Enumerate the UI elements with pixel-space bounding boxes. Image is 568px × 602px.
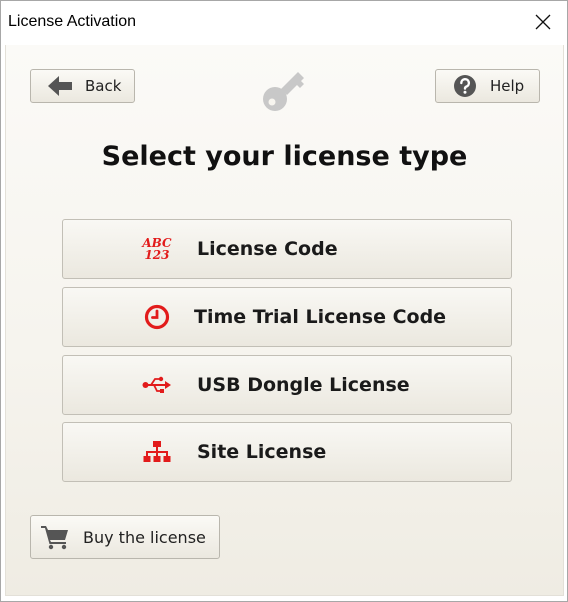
back-button-label: Back <box>85 77 122 95</box>
network-tree-icon <box>137 423 177 481</box>
time-trial-label: Time Trial License Code <box>194 306 447 328</box>
window-title: License Activation <box>8 13 137 30</box>
buy-license-button[interactable]: Buy the license <box>30 515 220 559</box>
site-license-option[interactable]: Site License <box>62 422 512 482</box>
title-bar: License Activation <box>1 1 567 45</box>
123-icon-text: 123 <box>144 248 170 262</box>
usb-dongle-option[interactable]: USB Dongle License <box>62 355 512 415</box>
back-button[interactable]: Back <box>30 69 135 103</box>
page-title: Select your license type <box>101 141 468 172</box>
dialog-content: Back Help Select your license type ABC 1… <box>5 45 564 596</box>
clock-icon <box>137 288 177 346</box>
license-code-option[interactable]: ABC 123 License Code <box>62 219 512 279</box>
help-button[interactable]: Help <box>435 69 540 103</box>
license-code-label: License Code <box>197 238 338 260</box>
license-activation-window: License Activation Back Help Select your… <box>0 0 568 602</box>
close-button[interactable] <box>529 8 557 36</box>
time-trial-option[interactable]: Time Trial License Code <box>62 287 512 347</box>
close-icon <box>535 14 551 30</box>
usb-dongle-label: USB Dongle License <box>197 374 410 396</box>
usb-icon <box>137 356 177 414</box>
site-license-label: Site License <box>197 441 327 463</box>
help-button-label: Help <box>490 77 525 95</box>
key-icon <box>260 62 312 118</box>
buy-license-label: Buy the license <box>83 527 206 547</box>
arrow-left-icon <box>43 75 77 97</box>
question-icon <box>448 74 482 98</box>
abc-123-icon: ABC 123 <box>137 220 177 278</box>
shopping-cart-icon <box>37 524 73 550</box>
